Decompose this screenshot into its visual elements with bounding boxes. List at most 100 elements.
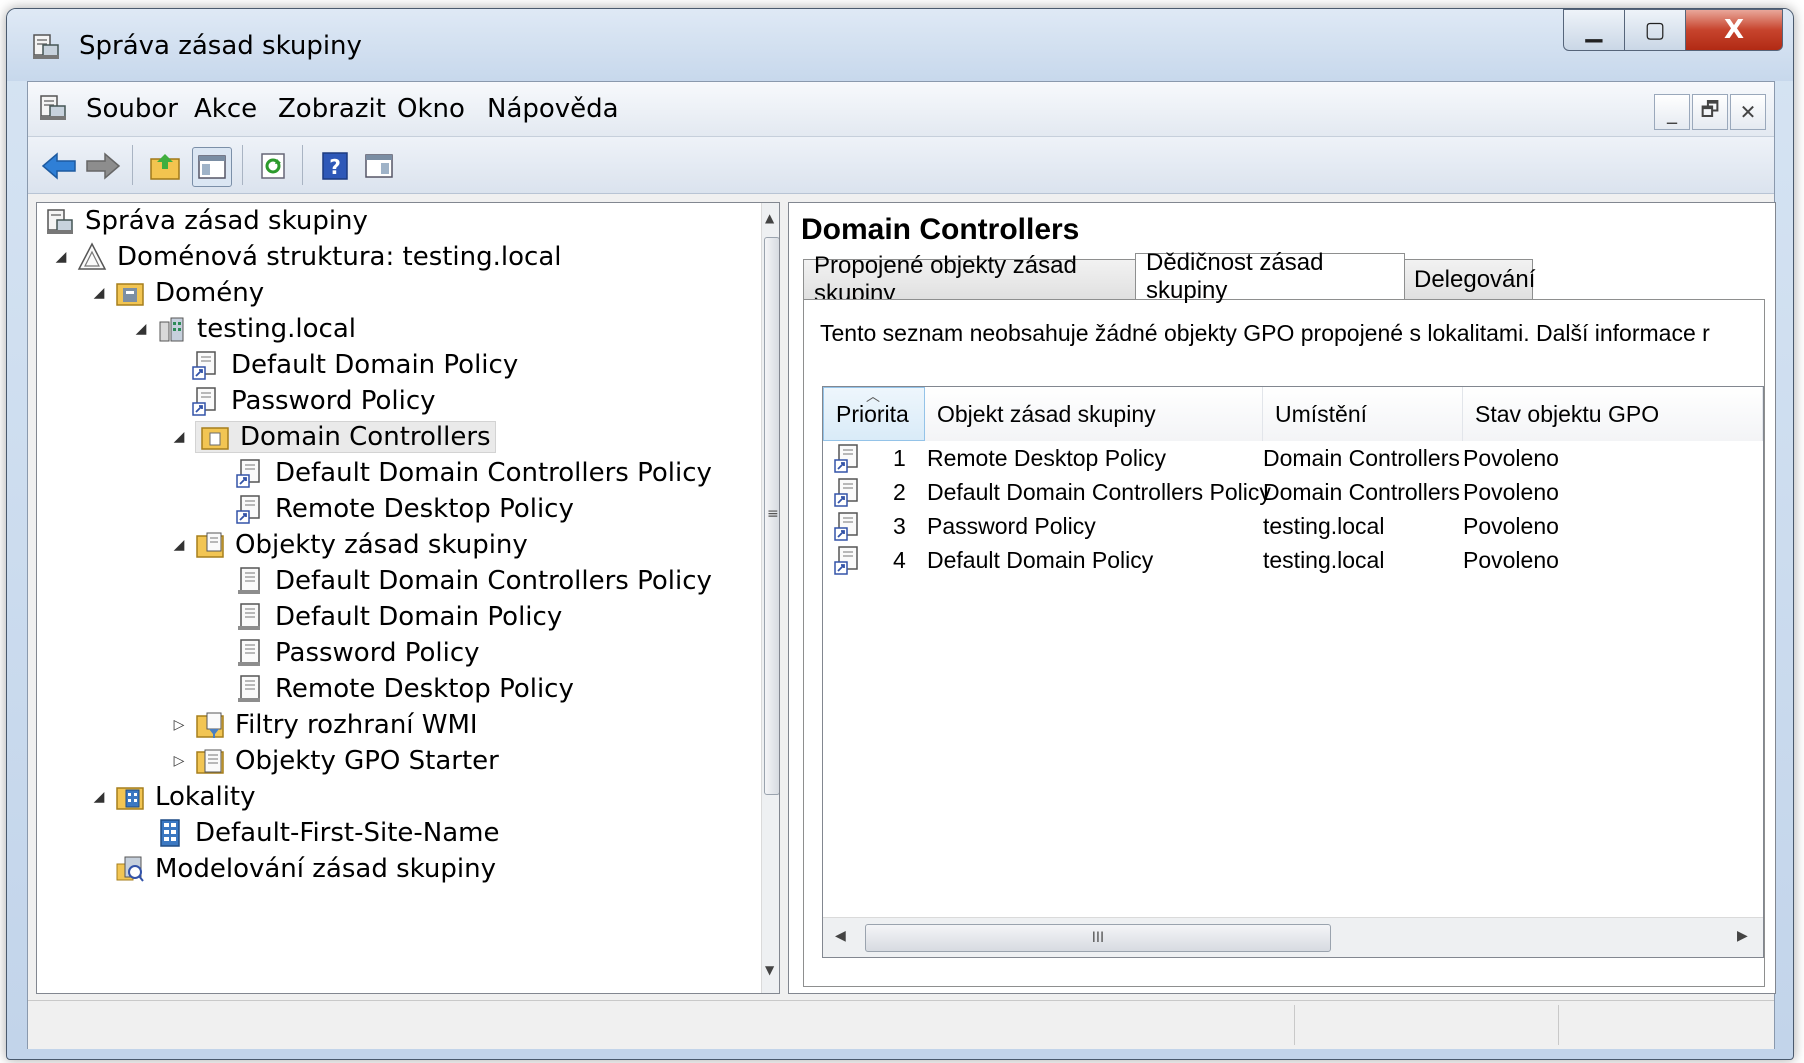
menu-akce[interactable]: Akce xyxy=(194,94,257,124)
forest-icon xyxy=(77,242,107,270)
domains-folder-icon xyxy=(116,283,144,306)
scroll-right-arrow-icon[interactable]: ▶ xyxy=(1737,928,1748,944)
tree-item-gpo[interactable]: Default Domain Policy xyxy=(235,599,562,635)
tree-item-gpo-link[interactable]: Password Policy xyxy=(191,383,436,419)
tree-item-gpo-link[interactable]: Remote Desktop Policy xyxy=(235,491,574,527)
tree-vertical-scrollbar[interactable]: ▲ ≡ ▼ xyxy=(761,203,779,993)
list-horizontal-scrollbar[interactable]: ◀ III ▶ xyxy=(823,917,1763,957)
scrollbar-thumb[interactable]: ≡ xyxy=(764,237,779,795)
scroll-up-arrow-icon[interactable]: ▲ xyxy=(765,211,774,225)
mdi-minimize-button[interactable]: _ xyxy=(1654,94,1690,130)
expanded-triangle-icon[interactable]: ◢ xyxy=(89,789,109,805)
tab-content: Tento seznam neobsahuje žádné objekty GP… xyxy=(803,299,1765,987)
close-button[interactable]: X xyxy=(1685,9,1783,51)
app-window: Správa zásad skupiny ▁ ▢ X Soubor Akce Z… xyxy=(6,8,1794,1060)
tree-item-forest[interactable]: ◢ Doménová struktura: testing.local xyxy=(51,239,562,275)
cell-status: Povoleno xyxy=(1463,479,1559,505)
cell-location: Domain Controllers xyxy=(1263,445,1460,471)
tree-item-gpmc-root[interactable]: Správa zásad skupiny xyxy=(45,203,368,239)
gpo-scroll-icon xyxy=(238,675,260,702)
tab-linked-gpos[interactable]: Propojené objekty zásad skupiny xyxy=(803,252,1137,307)
gpo-scroll-icon xyxy=(238,567,260,594)
tree-label: Objekty zásad skupiny xyxy=(235,530,528,560)
tab-label: Delegování xyxy=(1414,265,1536,293)
column-header-gpo[interactable]: Objekt zásad skupiny xyxy=(925,387,1263,441)
show-hide-console-tree-button[interactable] xyxy=(192,147,232,187)
menu-soubor[interactable]: Soubor xyxy=(86,94,178,124)
show-hide-action-pane-button[interactable] xyxy=(360,147,398,185)
expanded-triangle-icon[interactable]: ◢ xyxy=(169,429,189,445)
tab-delegation[interactable]: Delegování xyxy=(1403,259,1536,299)
help-icon: ? xyxy=(322,152,348,180)
tree-item-gpo[interactable]: Password Policy xyxy=(235,635,480,671)
status-divider xyxy=(1294,1005,1295,1045)
maximize-icon: ▢ xyxy=(1644,17,1666,43)
collapsed-triangle-icon[interactable]: ▷ xyxy=(169,753,189,769)
maximize-button[interactable]: ▢ xyxy=(1624,9,1686,51)
forward-arrow-icon xyxy=(86,152,121,180)
tree-label: Remote Desktop Policy xyxy=(275,494,574,524)
column-header-priority[interactable]: Priorita ︿ xyxy=(823,387,925,441)
gpo-link-icon xyxy=(834,478,858,507)
forward-button[interactable] xyxy=(84,147,122,185)
tree-item-ou-domain-controllers[interactable]: ◢ Domain Controllers xyxy=(169,419,496,455)
tree-item-starter-gpos[interactable]: ▷ Objekty GPO Starter xyxy=(169,743,499,779)
tree-item-site[interactable]: Default-First-Site-Name xyxy=(155,815,499,851)
up-folder-icon xyxy=(150,154,180,180)
tree-item-gpo-container[interactable]: ◢ Objekty zásad skupiny xyxy=(169,527,528,563)
show-hide-action-pane-icon xyxy=(365,154,393,178)
tab-gp-inheritance[interactable]: Dědičnost zásad skupiny xyxy=(1135,249,1405,304)
expanded-triangle-icon[interactable]: ◢ xyxy=(51,249,71,265)
tree-item-domains[interactable]: ◢ Domény xyxy=(89,275,265,311)
mdi-close-button[interactable]: ✕ xyxy=(1730,94,1766,130)
menu-napoveda[interactable]: Nápověda xyxy=(487,94,619,124)
cell-location: testing.local xyxy=(1263,547,1385,573)
tree-item-gpo-link[interactable]: Default Domain Policy xyxy=(191,347,518,383)
minimize-button[interactable]: ▁ xyxy=(1563,9,1625,51)
inheritance-list: Priorita ︿ Objekt zásad skupiny Umístění… xyxy=(822,386,1764,958)
tree-label: Filtry rozhraní WMI xyxy=(235,710,478,740)
table-row[interactable]: 2 Default Domain Controllers Policy Doma… xyxy=(823,475,1763,509)
cell-status: Povoleno xyxy=(1463,547,1559,573)
table-row[interactable]: 3 Password Policy testing.local Povoleno xyxy=(823,509,1763,543)
tree-item-domain-testing-local[interactable]: ◢ testing.local xyxy=(131,311,356,347)
tree-item-gp-modeling[interactable]: Modelování zásad skupiny xyxy=(115,851,496,887)
tree-item-gpo[interactable]: Remote Desktop Policy xyxy=(235,671,574,707)
cell-status: Povoleno xyxy=(1463,445,1559,471)
collapsed-triangle-icon[interactable]: ▷ xyxy=(169,717,189,733)
tree-item-gpo[interactable]: Default Domain Controllers Policy xyxy=(235,563,712,599)
help-button[interactable]: ? xyxy=(316,147,354,185)
back-arrow-icon xyxy=(41,152,76,180)
expanded-triangle-icon[interactable]: ◢ xyxy=(169,537,189,553)
menu-zobrazit[interactable]: Zobrazit xyxy=(278,94,386,124)
gpo-link-icon xyxy=(834,512,858,541)
column-header-gpo-status[interactable]: Stav objektu GPO xyxy=(1463,387,1763,441)
column-label: Stav objektu GPO xyxy=(1475,400,1660,427)
expanded-triangle-icon[interactable]: ◢ xyxy=(131,321,151,337)
title-bar[interactable]: Správa zásad skupiny ▁ ▢ X xyxy=(7,9,1793,81)
tree-label: Lokality xyxy=(155,782,256,812)
menu-okno[interactable]: Okno xyxy=(397,94,465,124)
scroll-down-arrow-icon[interactable]: ▼ xyxy=(765,963,774,977)
mdi-restore-button[interactable]: 🗗 xyxy=(1692,94,1728,130)
site-icon xyxy=(160,819,180,847)
refresh-button[interactable] xyxy=(254,147,292,185)
tree-item-sites[interactable]: ◢ Lokality xyxy=(89,779,256,815)
tree-item-gpo-link[interactable]: Default Domain Controllers Policy xyxy=(235,455,712,491)
refresh-icon xyxy=(261,153,285,179)
column-header-location[interactable]: Umístění xyxy=(1263,387,1463,441)
gpmc-document-icon[interactable] xyxy=(38,92,68,122)
mmc-client-area: Soubor Akce Zobrazit Okno Nápověda _ 🗗 ✕ xyxy=(27,81,1776,1049)
scroll-left-arrow-icon[interactable]: ◀ xyxy=(835,928,846,944)
expanded-triangle-icon[interactable]: ◢ xyxy=(89,285,109,301)
gpmc-app-icon xyxy=(47,209,73,234)
tree-item-wmi-filters[interactable]: ▷ Filtry rozhraní WMI xyxy=(169,707,478,743)
scroll-grip-icon: ≡ xyxy=(767,506,779,522)
back-button[interactable] xyxy=(40,147,78,185)
tree-label: Default Domain Controllers Policy xyxy=(275,566,712,596)
up-one-level-button[interactable] xyxy=(146,147,184,185)
status-divider xyxy=(1558,1005,1559,1045)
scrollbar-thumb[interactable]: III xyxy=(865,924,1331,952)
table-row[interactable]: 1 Remote Desktop Policy Domain Controlle… xyxy=(823,441,1763,475)
table-row[interactable]: 4 Default Domain Policy testing.local Po… xyxy=(823,543,1763,577)
